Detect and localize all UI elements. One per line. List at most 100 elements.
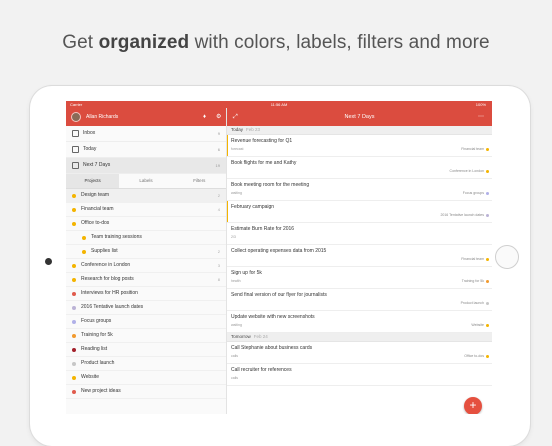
project-label: Training for 5k xyxy=(81,332,113,338)
project-label: Product launch xyxy=(81,360,115,366)
task-row[interactable]: Book flights for me and Kathy Conference … xyxy=(227,157,492,179)
project-item[interactable]: Office to-dos xyxy=(66,217,226,231)
headline-pre: Get xyxy=(62,32,99,53)
priority-bar xyxy=(227,135,228,156)
sidebar-item-next-7-days[interactable]: Next 7 Days 19 xyxy=(66,158,226,174)
tab-filters[interactable]: Filters xyxy=(173,174,226,188)
task-row[interactable]: Sign up for 5k health Training for 5k xyxy=(227,267,492,289)
task-project: Training for 5k xyxy=(461,279,484,283)
task-title: Collect operating expenses data from 201… xyxy=(231,248,327,254)
task-project-dot xyxy=(486,258,489,261)
task-row[interactable]: Book meeting room for the meeting waiting… xyxy=(227,179,492,201)
task-label: 2/3 xyxy=(231,235,236,239)
project-count: 2 xyxy=(217,193,220,198)
project-count: 2 xyxy=(217,249,220,254)
sidebar-tabs: Projects Labels Filters xyxy=(66,174,226,189)
task-row[interactable]: Update website with new screenshots waiti… xyxy=(227,311,492,333)
tab-labels[interactable]: Labels xyxy=(119,174,172,188)
sidebar-item-inbox[interactable]: Inbox 9 xyxy=(66,126,226,142)
avatar[interactable] xyxy=(71,112,81,122)
sidebar-item-count: 6 xyxy=(217,147,220,152)
task-list: Today Feb 23 Revenue forecasting for Q1 for… xyxy=(227,126,492,386)
project-label: Supplies list xyxy=(91,248,118,254)
project-item[interactable]: Design team 2 xyxy=(66,189,226,203)
project-color-dot xyxy=(72,306,76,310)
project-item[interactable]: Team training sessions xyxy=(66,231,226,245)
project-label: Office to-dos xyxy=(81,220,110,226)
sidebar-item-label: Today xyxy=(83,146,97,152)
project-item[interactable]: Interviews for HR position xyxy=(66,287,226,301)
project-item[interactable]: New project ideas xyxy=(66,385,226,399)
project-label: Conference in London xyxy=(81,262,131,268)
section-header: Tomorrow Feb 24 xyxy=(227,333,492,342)
battery-label: 100% xyxy=(475,102,486,107)
project-color-dot xyxy=(72,208,76,212)
task-label: health xyxy=(231,279,241,283)
more-icon[interactable]: ⋯ xyxy=(478,108,484,126)
page-title: Next 7 Days xyxy=(344,114,375,120)
project-color-dot xyxy=(72,194,76,198)
project-item[interactable]: Training for 5k xyxy=(66,329,226,343)
clock-label: 11:56 AM xyxy=(270,102,288,107)
project-color-dot xyxy=(72,264,76,268)
task-project-dot xyxy=(486,192,489,195)
sidebar-nav: Inbox 9 Today 6 Next 7 Days 19 xyxy=(66,126,226,174)
headline: Get organized with colors, labels, filte… xyxy=(0,32,552,54)
sidebar-item-today[interactable]: Today 6 xyxy=(66,142,226,158)
task-title: Send final version of our flyer for jour… xyxy=(231,292,327,298)
task-row[interactable]: Estimate Burn Rate for 2016 2/3 xyxy=(227,223,492,245)
section-date: Feb 23 xyxy=(246,127,261,132)
task-project: Office to-dos xyxy=(464,354,484,358)
task-row[interactable]: Collect operating expenses data from 201… xyxy=(227,245,492,267)
section-date: Feb 24 xyxy=(253,334,268,339)
project-count: 3 xyxy=(217,263,220,268)
project-item[interactable]: Conference in London 3 xyxy=(66,259,226,273)
task-label: calls xyxy=(231,354,239,358)
camera-dot xyxy=(45,258,52,265)
add-task-button[interactable]: + xyxy=(464,397,482,414)
project-count: 8 xyxy=(217,277,220,282)
task-row[interactable]: February campaign 2016 Tentative launch d… xyxy=(227,201,492,223)
sidebar-header: Allan Richards ♦ ⚙ xyxy=(66,108,226,126)
headline-bold: organized xyxy=(98,32,190,53)
section-name: Tomorrow xyxy=(231,334,251,339)
project-color-dot xyxy=(72,348,76,352)
project-label: Research for blog posts xyxy=(81,276,134,282)
section-header: Today Feb 23 xyxy=(227,126,492,135)
task-row[interactable]: Call recruiter for references calls xyxy=(227,364,492,386)
task-project: Focus groups xyxy=(462,191,484,195)
task-project: Financial team xyxy=(461,147,484,151)
project-color-dot xyxy=(72,362,76,366)
project-item[interactable]: Reading list xyxy=(66,343,226,357)
home-button[interactable] xyxy=(495,245,519,269)
gear-icon[interactable]: ⚙ xyxy=(216,108,221,126)
calendar-icon xyxy=(72,146,79,153)
project-color-dot xyxy=(72,390,76,394)
status-bar: Carrier 11:56 AM 100% xyxy=(66,101,492,108)
task-project: Financial team xyxy=(461,257,484,261)
project-item[interactable]: Website xyxy=(66,371,226,385)
section-name: Today xyxy=(231,127,244,132)
task-row[interactable]: Send final version of our flyer for jour… xyxy=(227,289,492,311)
task-label: forecast xyxy=(231,147,244,151)
project-item[interactable]: Focus groups xyxy=(66,315,226,329)
bell-icon[interactable]: ♦ xyxy=(203,108,206,126)
project-item[interactable]: Research for blog posts 8 xyxy=(66,273,226,287)
project-count: 4 xyxy=(217,207,220,212)
task-project-dot xyxy=(486,170,489,173)
task-label: calls xyxy=(231,376,239,380)
project-color-dot xyxy=(82,236,86,240)
project-item[interactable]: Supplies list 2 xyxy=(66,245,226,259)
user-name: Allan Richards xyxy=(86,114,119,120)
task-project-dot xyxy=(486,280,489,283)
project-item[interactable]: 2016 Tentative launch dates xyxy=(66,301,226,315)
app-screen: Carrier 11:56 AM 100% Allan Richards ♦ ⚙… xyxy=(66,101,492,414)
tab-projects[interactable]: Projects xyxy=(66,174,120,188)
task-title: Book flights for me and Kathy xyxy=(231,160,297,166)
project-item[interactable]: Financial team 4 xyxy=(66,203,226,217)
task-row[interactable]: Revenue forecasting for Q1 forecast Financ… xyxy=(227,135,492,157)
project-item[interactable]: Product launch xyxy=(66,357,226,371)
task-row[interactable]: Call Stephanie about business cards calls… xyxy=(227,342,492,364)
expand-icon[interactable]: ⤢ xyxy=(233,108,238,126)
task-project: 2016 Tentative launch dates xyxy=(440,213,484,217)
